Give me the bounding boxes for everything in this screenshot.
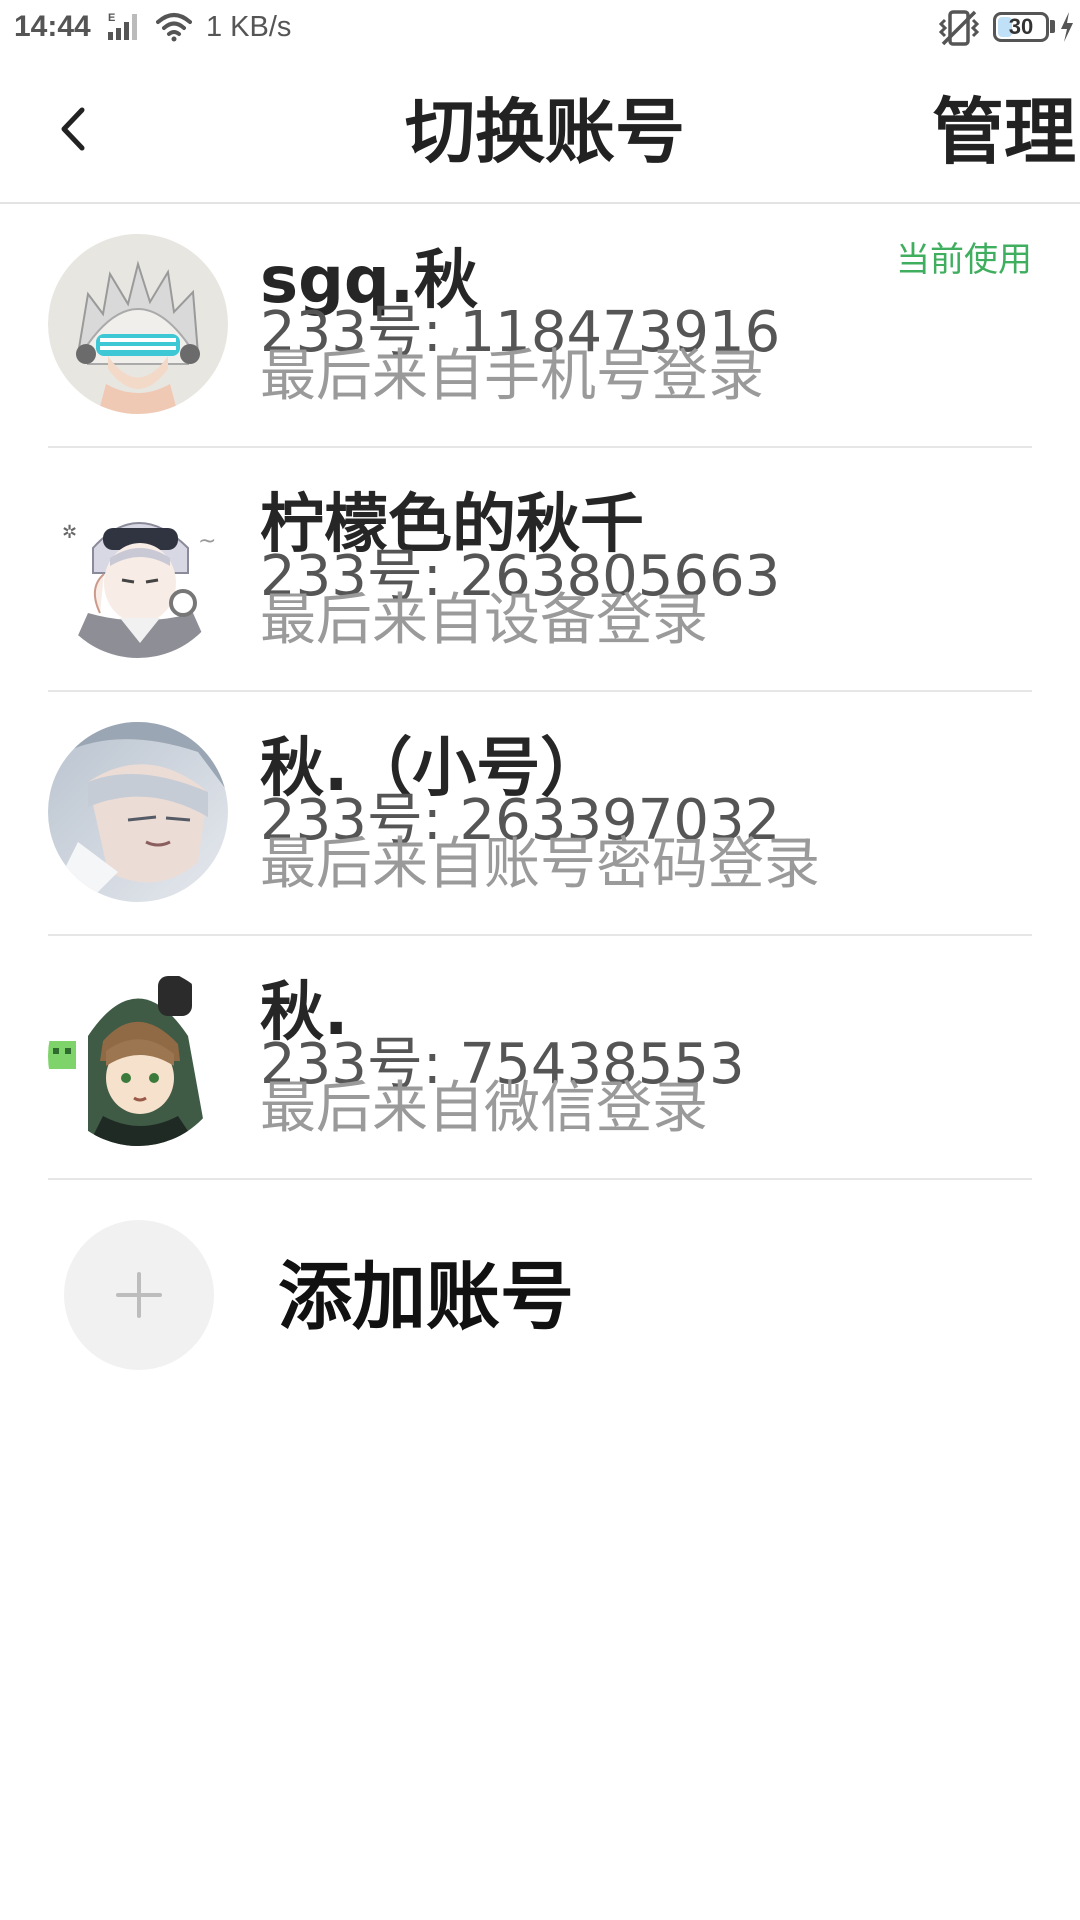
avatar [48,722,228,902]
wifi-icon [156,13,192,42]
add-account-label: 添加账号 [278,1254,574,1340]
charging-icon [1061,12,1073,42]
page-title: 切换账号 [405,91,685,173]
account-login-method: 最后来自设备登录 [260,588,708,653]
network-speed: 1 KB/s [206,11,292,43]
account-login-method: 最后来自手机号登录 [260,344,764,409]
manage-button[interactable]: 管理 [932,90,1076,174]
vibrate-icon [938,10,980,46]
account-item[interactable]: sgq.秋 233号: 118473916 最后来自手机号登录 当前使用 [48,204,1032,448]
battery-icon: 30 [993,12,1049,42]
signal-icon: E [108,12,137,40]
plus-icon [116,1272,162,1318]
account-login-method: 最后来自微信登录 [260,1076,708,1141]
battery-level: 30 [1008,14,1034,39]
account-item[interactable]: 秋. 233号: 75438553 最后来自微信登录 [48,936,1032,1180]
svg-text:~: ~ [198,529,216,554]
current-account-badge: 当前使用 [896,240,1032,280]
account-item[interactable]: 秋.（小号） 233号: 263397032 最后来自账号密码登录 [48,692,1032,936]
account-login-method: 最后来自账号密码登录 [260,832,820,897]
add-account-circle[interactable] [64,1220,214,1370]
account-list: sgq.秋 233号: 118473916 最后来自手机号登录 当前使用 ✲ ~ [0,204,1080,1180]
avatar [48,234,228,414]
svg-text:✲: ✲ [62,522,77,543]
header-bar: 切换账号 管理 [0,54,1080,204]
battery-tip [1050,20,1055,33]
status-bar: 14:44 E 1 KB/s 30 [0,0,1080,54]
account-item[interactable]: ✲ ~ 柠檬色的秋千 233号: 263805663 最后来自设备登录 [48,448,1032,692]
status-time: 14:44 [14,10,91,43]
avatar [48,966,228,1146]
add-account-button[interactable]: 添加账号 [64,1220,764,1370]
network-type-label: E [108,12,115,24]
avatar: ✲ ~ [48,478,228,658]
